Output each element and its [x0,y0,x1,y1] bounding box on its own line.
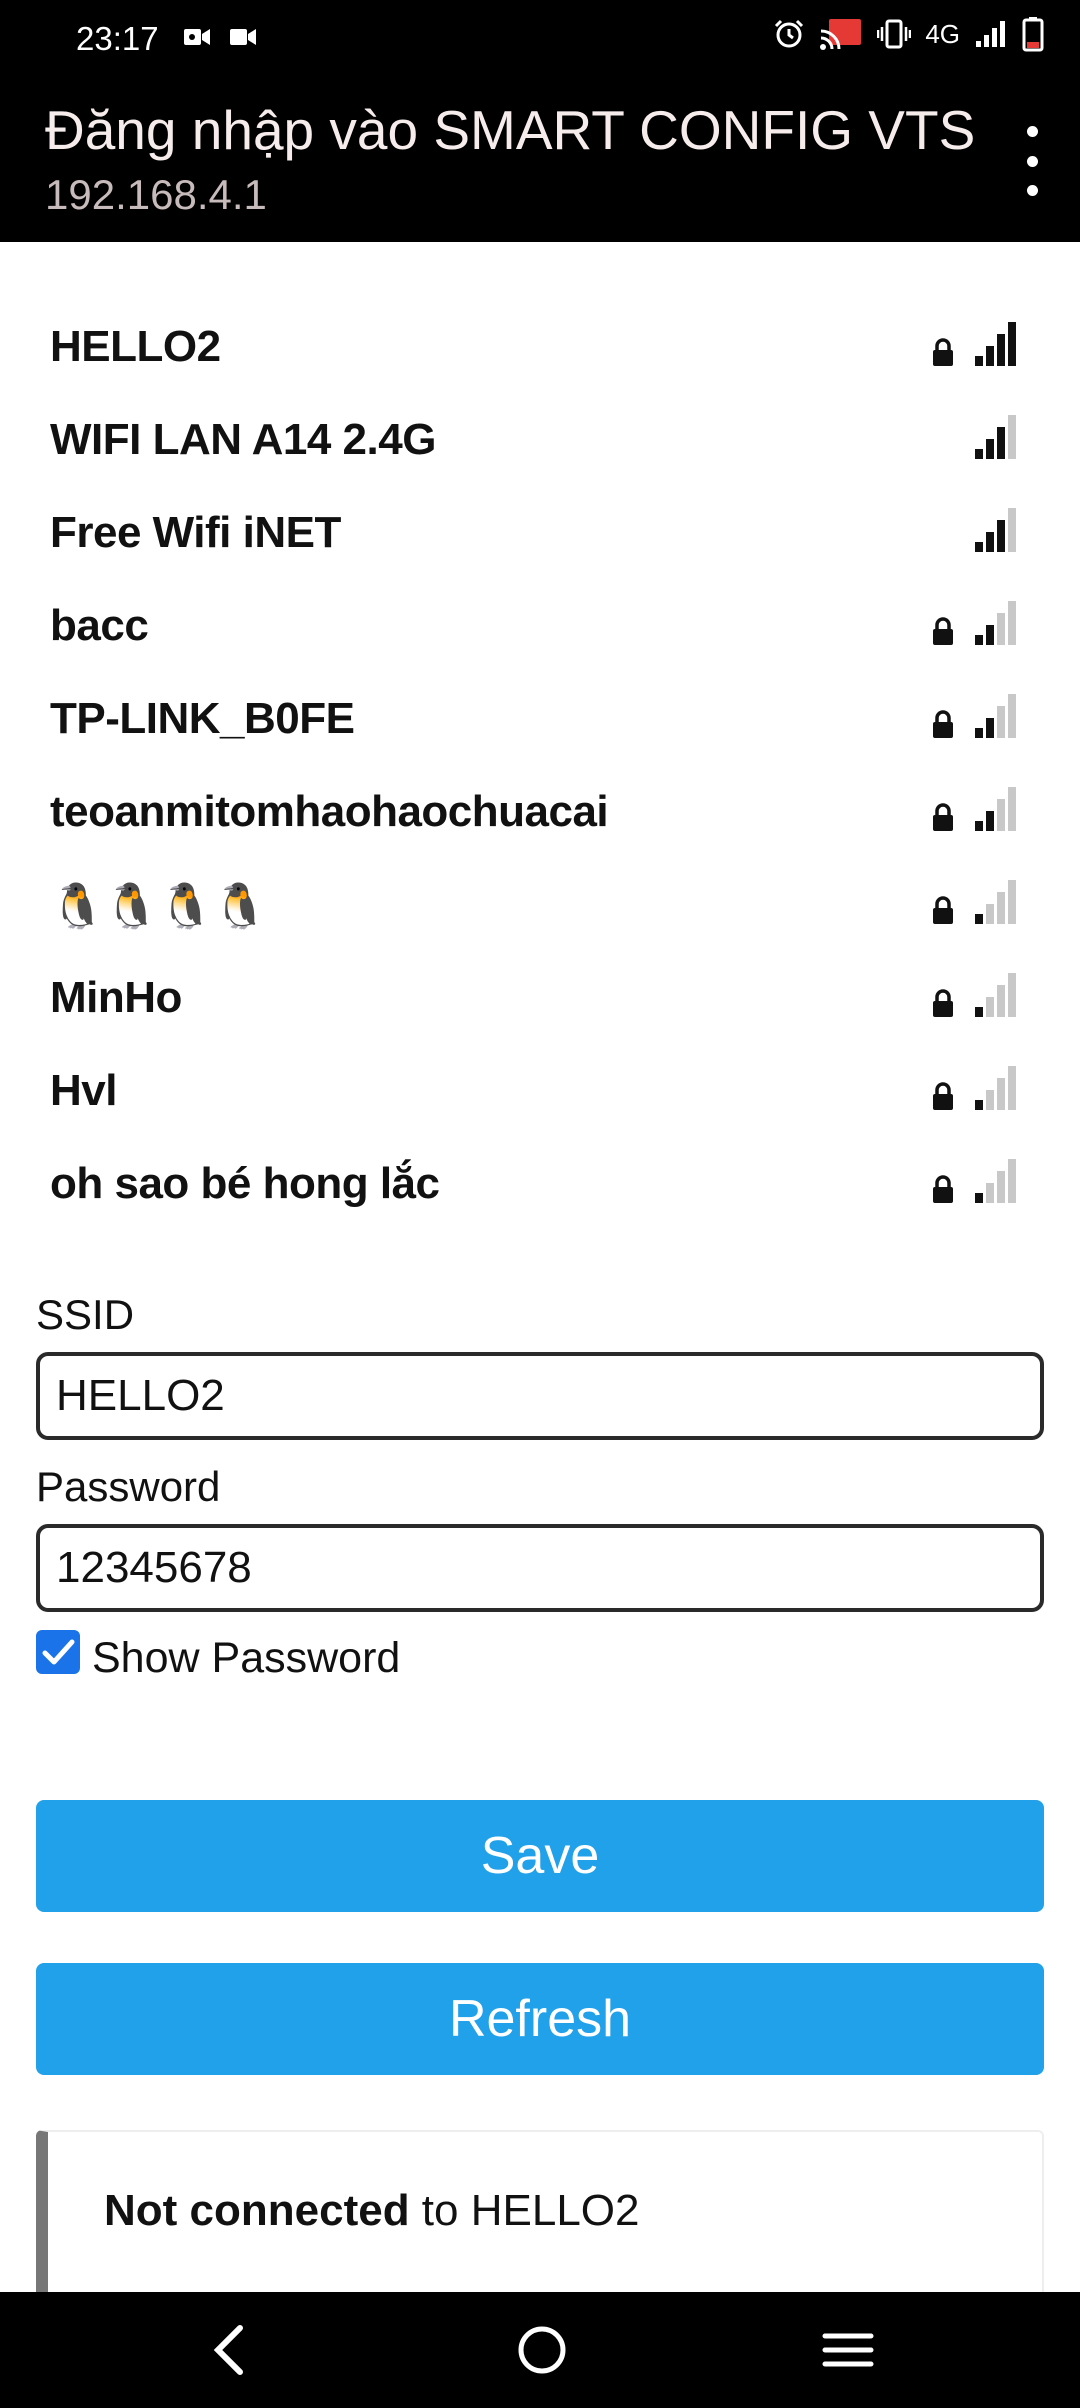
wifi-ssid: Free Wifi iNET [50,508,341,557]
cell-signal-icon [976,21,1005,47]
page-url: 192.168.4.1 [45,171,267,218]
wifi-network-item[interactable]: teoanmitomhaohaochuacai [36,767,1036,860]
wifi-signal-icon [975,694,1016,738]
ssid-label: SSID [36,1291,135,1338]
wifi-signal-icon [975,415,1016,459]
wifi-signal-icon [975,973,1016,1017]
navigation-bar [0,2292,1080,2408]
lock-icon [933,1082,953,1110]
wifi-signal-icon [975,508,1016,552]
overflow-menu-icon[interactable] [1012,126,1052,196]
lock-icon [933,896,953,924]
video-call-icon [184,29,210,45]
ssid-input[interactable] [36,1352,1044,1440]
wifi-network-item[interactable]: TP-LINK_B0FE [36,674,1036,767]
wifi-network-item[interactable]: 🐧🐧🐧🐧 [36,860,1036,953]
app-bar: Đăng nhập vào SMART CONFIG VTS 192.168.4… [0,76,1080,242]
system-icons: 4G [773,16,1044,52]
checkmark-icon [42,1639,75,1665]
wifi-ssid: Hvl [50,1066,117,1115]
wifi-ssid: TP-LINK_B0FE [50,694,355,743]
status-rest: to HELLO2 [409,2186,640,2235]
wifi-network-item[interactable]: MinHo [36,953,1036,1046]
wifi-signal-icon [975,880,1016,924]
vibrate-icon [877,19,912,49]
notification-icons [183,26,257,48]
alarm-icon [775,19,804,48]
wifi-network-item[interactable]: Free Wifi iNET [36,488,1036,581]
status-bar: 23:17 4G [0,0,1080,76]
wifi-form: SSID Password Show Password [36,1282,1044,1696]
wifi-signal-icon [975,1159,1016,1203]
wifi-network-list: HELLO2 WIFI LAN A14 2.4G Free Wifi iNET bac… [36,302,1036,1232]
wifi-signal-icon [975,601,1016,645]
clock: 23:17 [76,20,159,57]
wifi-ssid: WIFI LAN A14 2.4G [50,415,436,464]
wifi-ssid: teoanmitomhaohaochuacai [50,787,609,836]
password-label: Password [36,1463,221,1510]
wifi-network-item[interactable]: WIFI LAN A14 2.4G [36,395,1036,488]
wifi-network-item[interactable]: oh sao bé hong lắc [36,1139,1036,1232]
wifi-ssid: 🐧🐧🐧🐧 [50,882,268,931]
wifi-ssid: bacc [50,601,149,650]
recents-menu-icon[interactable] [820,2322,876,2378]
lock-icon [933,710,953,738]
password-input[interactable] [36,1524,1044,1612]
page-title: Đăng nhập vào SMART CONFIG VTS [45,99,976,161]
wifi-network-item[interactable]: bacc [36,581,1036,674]
wifi-network-item[interactable]: Hvl [36,1046,1036,1139]
back-icon[interactable] [205,2322,255,2378]
wifi-network-item[interactable]: HELLO2 [36,302,1036,395]
lock-icon [933,803,953,831]
status-bold: Not connected [104,2186,410,2235]
refresh-button[interactable]: Refresh [36,1963,1044,2075]
page-content: HELLO2 WIFI LAN A14 2.4G Free Wifi iNET bac… [0,242,1080,2292]
video-camera-icon [230,29,256,45]
wifi-ssid: MinHo [50,973,182,1022]
save-button[interactable]: Save [36,1800,1044,1912]
network-type: 4G [925,18,960,49]
wifi-signal-icon [975,322,1016,366]
wifi-signal-icon [975,787,1016,831]
home-icon[interactable] [514,2322,570,2378]
show-password-checkbox[interactable] [36,1630,80,1674]
lock-icon [933,989,953,1017]
lock-icon [933,1175,953,1203]
show-password-toggle[interactable]: Show Password [36,1626,1044,1696]
connection-status-text: Not connected to HELLO2 [104,2186,639,2236]
show-password-label: Show Password [92,1634,401,1682]
battery-icon [1022,17,1044,52]
wifi-signal-icon [975,1066,1016,1110]
wifi-ssid: HELLO2 [50,322,221,371]
connection-status: Not connected to HELLO2 [36,2130,1044,2292]
cast-icon [820,19,862,50]
wifi-ssid: oh sao bé hong lắc [50,1159,440,1208]
lock-icon [933,617,953,645]
lock-icon [933,338,953,366]
